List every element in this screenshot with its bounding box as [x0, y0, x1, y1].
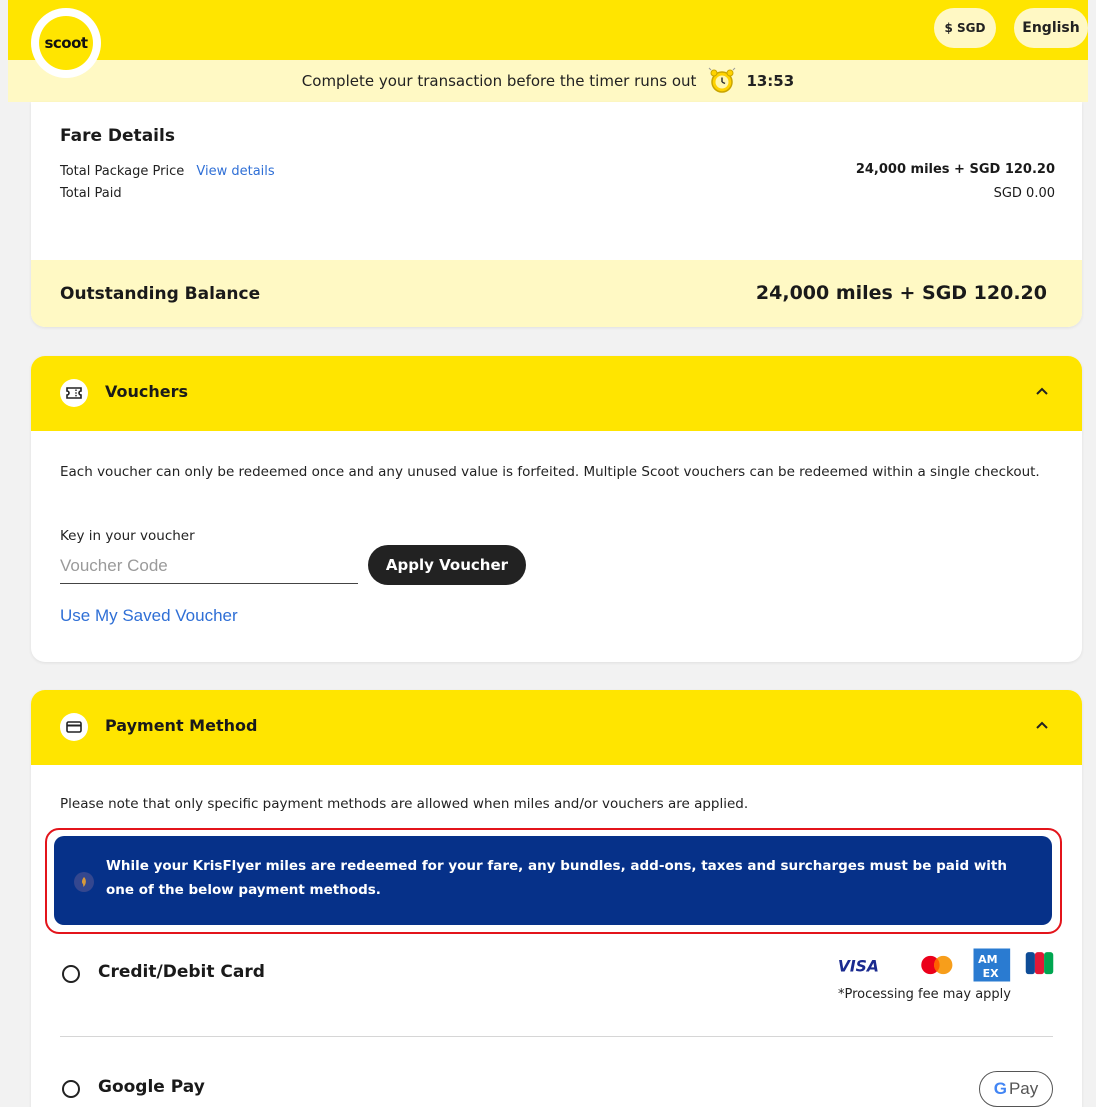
currency-selector[interactable]: $ SGD [934, 8, 996, 48]
jcb-icon [1025, 952, 1054, 975]
payment-note: Please note that only specific payment m… [60, 796, 749, 812]
vouchers-card: Vouchers Each voucher can only be redeem… [31, 356, 1082, 662]
visa-icon: VISA [838, 957, 879, 975]
voucher-note: Each voucher can only be redeemed once a… [60, 464, 1040, 480]
divider [60, 1036, 1053, 1037]
google-pay-badge: G Pay [979, 1071, 1053, 1107]
use-saved-voucher-link[interactable]: Use My Saved Voucher [60, 606, 238, 626]
credit-card-radio[interactable] [62, 965, 80, 983]
svg-text:VISA: VISA [838, 957, 879, 975]
voucher-key-label: Key in your voucher [60, 528, 195, 544]
payment-method-card: Payment Method Please note that only spe… [31, 690, 1082, 1107]
google-pay-label[interactable]: Google Pay [98, 1077, 205, 1097]
voucher-code-input[interactable] [60, 548, 358, 584]
scoot-logo[interactable]: scoot [31, 8, 101, 78]
krisflyer-bird-icon [74, 872, 94, 892]
outstanding-balance-label: Outstanding Balance [60, 284, 261, 304]
outstanding-balance-value: 24,000 miles + SGD 120.20 [755, 282, 1047, 304]
timer-value: 13:53 [746, 72, 795, 90]
credit-card-icon [60, 713, 88, 741]
total-paid-label: Total Paid [60, 186, 122, 201]
payment-method-header[interactable]: Payment Method [31, 690, 1082, 765]
total-package-value: 24,000 miles + SGD 120.20 [855, 162, 1055, 177]
krisflyer-alert: While your KrisFlyer miles are redeemed … [54, 836, 1052, 925]
google-g-icon: G [993, 1079, 1007, 1098]
timer-bar: Complete your transaction before the tim… [8, 60, 1088, 102]
voucher-ticket-icon [60, 379, 88, 407]
currency-label: $ SGD [944, 21, 986, 35]
highlight-outline: While your KrisFlyer miles are redeemed … [45, 828, 1062, 934]
chevron-up-icon[interactable] [1034, 718, 1050, 734]
mastercard-icon [921, 955, 953, 975]
total-package-label: Total Package Price [60, 164, 185, 179]
apply-voucher-button[interactable]: Apply Voucher [368, 545, 526, 585]
alarm-clock-icon [708, 67, 736, 95]
chevron-up-icon[interactable] [1034, 384, 1050, 400]
fare-details-card: Fare Details Total Package Price View de… [31, 102, 1082, 327]
outstanding-balance-strip: Outstanding Balance 24,000 miles + SGD 1… [31, 260, 1082, 327]
amex-icon: AM EX [973, 948, 1011, 982]
card-brand-logos: VISA AM EX [836, 947, 1056, 983]
svg-text:EX: EX [983, 967, 1000, 980]
vouchers-title: Vouchers [105, 382, 189, 401]
fare-details-title: Fare Details [60, 126, 175, 146]
logo-text: scoot [39, 16, 93, 70]
gpay-text: Pay [1008, 1079, 1039, 1098]
view-details-link[interactable]: View details [196, 164, 274, 179]
timer-message: Complete your transaction before the tim… [301, 72, 697, 90]
processing-fee-note: *Processing fee may apply [838, 987, 1011, 1002]
language-label: English [1022, 20, 1080, 36]
krisflyer-alert-text: While your KrisFlyer miles are redeemed … [106, 858, 1007, 898]
svg-text:AM: AM [978, 953, 997, 966]
top-bar: $ SGD English [8, 0, 1088, 60]
google-pay-radio[interactable] [62, 1080, 80, 1098]
total-package-row: Total Package Price View details [60, 164, 275, 179]
vouchers-header[interactable]: Vouchers [31, 356, 1082, 431]
credit-card-label[interactable]: Credit/Debit Card [98, 962, 265, 982]
total-paid-value: SGD 0.00 [993, 186, 1055, 201]
payment-method-title: Payment Method [105, 716, 258, 735]
language-selector[interactable]: English [1014, 8, 1088, 48]
